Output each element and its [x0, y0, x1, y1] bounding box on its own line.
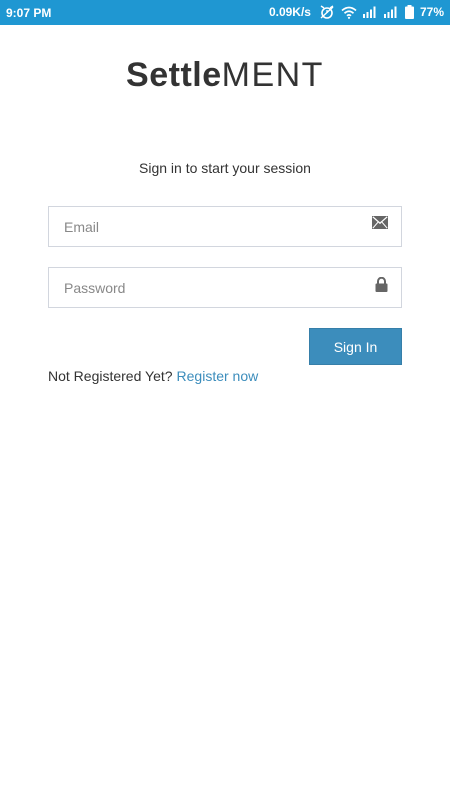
- envelope-icon: [372, 216, 388, 234]
- register-row: Not Registered Yet? Register now: [48, 368, 258, 384]
- wifi-icon: [341, 6, 357, 19]
- status-indicators: 0.09K/s 77%: [269, 5, 444, 19]
- alarm-off-icon: [319, 5, 335, 19]
- register-prompt: Not Registered Yet?: [48, 368, 173, 384]
- status-bar: 9:07 PM 0.09K/s 77%: [0, 0, 450, 25]
- signal-icon: [362, 6, 378, 18]
- logo-light-text: MENT: [221, 56, 324, 94]
- battery-level: 77%: [419, 5, 444, 19]
- signal-icon: [383, 6, 399, 18]
- battery-icon: [404, 5, 414, 19]
- login-subtitle: Sign in to start your session: [139, 160, 311, 176]
- network-speed: 0.09K/s: [268, 5, 311, 19]
- logo-bold-text: Settle: [126, 56, 222, 94]
- sign-in-button[interactable]: Sign In: [309, 328, 402, 365]
- register-link[interactable]: Register now: [177, 368, 259, 384]
- app-logo: SettleMENT: [0, 56, 450, 95]
- lock-icon: [375, 276, 388, 297]
- status-time: 9:07 PM: [6, 6, 52, 20]
- email-field[interactable]: [48, 206, 402, 247]
- password-field[interactable]: [48, 267, 402, 308]
- email-input[interactable]: [49, 207, 401, 246]
- password-input[interactable]: [49, 268, 401, 307]
